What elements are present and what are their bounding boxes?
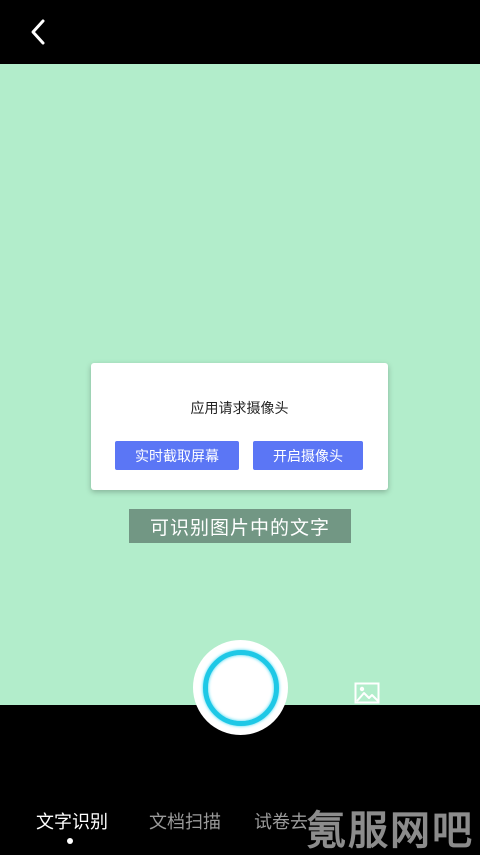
active-tab-indicator — [67, 838, 73, 844]
top-bar — [0, 0, 480, 64]
watermark: 氪服网吧 — [306, 808, 474, 854]
screen-capture-button[interactable]: 实时截取屏幕 — [115, 441, 239, 470]
tab-document-scan[interactable]: 文档扫描 — [149, 808, 221, 834]
screen: 应用请求摄像头 实时截取屏幕 开启摄像头 可识别图片中的文字 文字识别 文档扫描… — [0, 0, 480, 855]
shutter-button[interactable] — [193, 640, 288, 735]
chevron-left-icon — [31, 19, 45, 45]
camera-permission-dialog: 应用请求摄像头 实时截取屏幕 开启摄像头 — [91, 363, 388, 490]
tab-text-recognition[interactable]: 文字识别 — [36, 808, 108, 834]
open-camera-button[interactable]: 开启摄像头 — [253, 441, 363, 470]
shutter-ring — [202, 649, 279, 726]
hint-label: 可识别图片中的文字 — [129, 509, 351, 543]
back-button[interactable] — [18, 14, 58, 50]
tab-exam-clean[interactable]: 试卷去 — [254, 808, 308, 834]
dialog-title: 应用请求摄像头 — [190, 401, 289, 417]
image-icon[interactable] — [354, 682, 380, 704]
camera-preview: 应用请求摄像头 实时截取屏幕 开启摄像头 可识别图片中的文字 — [0, 64, 480, 705]
